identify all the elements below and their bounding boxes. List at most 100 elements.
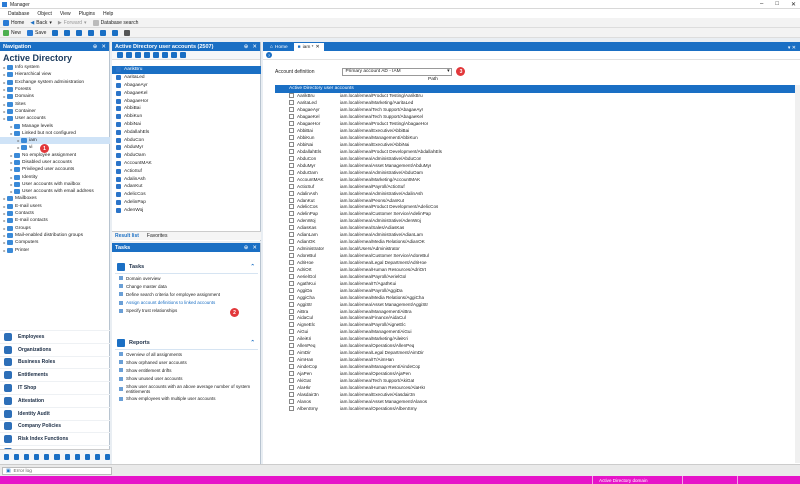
- table-row[interactable]: AdriHoe iam.local/emea/Legal Department/A…: [275, 259, 800, 266]
- row-checkbox[interactable]: [289, 211, 294, 217]
- category-item[interactable]: Entitlements: [0, 368, 110, 381]
- pin-icon[interactable]: ⊕: [93, 44, 98, 50]
- row-checkbox[interactable]: [289, 322, 294, 328]
- table-row[interactable]: Alasdair3n iam.local/emea/Executive/Alasd…: [275, 391, 800, 398]
- row-checkbox[interactable]: [289, 294, 294, 300]
- pin-icon[interactable]: ⊕: [244, 245, 249, 251]
- table-row[interactable]: AimHan iam.local/emea/IT/AimHan: [275, 356, 800, 363]
- list-item[interactable]: AarikBru: [112, 66, 261, 74]
- menu-object[interactable]: Object: [37, 11, 51, 17]
- row-checkbox[interactable]: [289, 377, 294, 383]
- refresh-icon[interactable]: [153, 52, 159, 58]
- tree-node[interactable]: ▸ Manage levels: [0, 122, 110, 129]
- tree-node[interactable]: ▸ Disabled user accounts: [0, 159, 110, 166]
- tab-favorites[interactable]: Favorites: [147, 233, 168, 239]
- table-row[interactable]: AileiKri iam.local/emea/Marketing/AileiKr…: [275, 335, 800, 342]
- table-row[interactable]: AlaHkr iam.local/emea/Human Resources/Ala…: [275, 384, 800, 391]
- table-row[interactable]: AbagaeAyr iam.local/emea/Tech Support/Aba…: [275, 106, 800, 113]
- category-item[interactable]: Organizations: [0, 342, 110, 356]
- row-checkbox[interactable]: [289, 100, 294, 106]
- maximize-icon[interactable]: □: [775, 1, 779, 8]
- table-row[interactable]: AggiDa iam.local/emea/Payroll/AggiDa: [275, 287, 800, 294]
- row-checkbox[interactable]: [289, 135, 294, 141]
- row-checkbox[interactable]: [289, 107, 294, 113]
- undo-icon[interactable]: [64, 29, 71, 36]
- footer-icon[interactable]: [94, 454, 100, 460]
- task-link[interactable]: Show orphaned user accounts: [115, 358, 258, 366]
- table-row[interactable]: AbdallahEls iam.local/emea/Product Develo…: [275, 148, 800, 155]
- search-icon[interactable]: [162, 52, 168, 58]
- row-checkbox[interactable]: [289, 266, 294, 272]
- table-row[interactable]: AdanKut iam.local/emea/Peons/AdanKut: [275, 197, 800, 204]
- row-checkbox[interactable]: [289, 259, 294, 265]
- footer-icon[interactable]: [4, 454, 10, 460]
- footer-icon[interactable]: [44, 454, 50, 460]
- list-item[interactable]: ActioSuf: [112, 167, 261, 175]
- delete-icon[interactable]: [52, 29, 59, 36]
- list-item[interactable]: AbagaeHor: [112, 97, 261, 105]
- tree-node[interactable]: ▸ Mail-enabled distribution groups: [0, 232, 110, 239]
- table-row[interactable]: AidaCul iam.local/emea/Finance/AidaCul: [275, 315, 800, 322]
- list-item[interactable]: AdanKut: [112, 183, 261, 191]
- pane-close-icon[interactable]: ✕: [252, 245, 257, 251]
- row-checkbox[interactable]: [289, 246, 294, 252]
- list-item[interactable]: AdelicCos: [112, 191, 261, 199]
- row-checkbox[interactable]: [289, 287, 294, 293]
- refresh-icon[interactable]: [76, 29, 83, 36]
- table-row[interactable]: AdianOK iam.local/emea/Media Relations/Ad…: [275, 238, 800, 245]
- footer-icon[interactable]: [14, 454, 20, 460]
- tab-home[interactable]: ⌂ Home: [266, 43, 292, 51]
- category-item[interactable]: Employees: [0, 330, 110, 343]
- tree-node[interactable]: ▸ Sites: [0, 100, 110, 107]
- table-row[interactable]: AgathKui iam.local/emea/IT/AgathKui: [275, 280, 800, 287]
- table-row[interactable]: AjaPen iam.local/emea/Operations/AjaPen: [275, 370, 800, 377]
- copy-icon[interactable]: [88, 29, 95, 36]
- menu-plugins[interactable]: Plugins: [79, 11, 95, 17]
- forward-button[interactable]: ▶ Forward ▾: [58, 20, 87, 26]
- category-item[interactable]: Business Roles: [0, 355, 110, 369]
- table-row[interactable]: AiBra iam.local/emea/Management/AiBra: [275, 308, 800, 315]
- row-checkbox[interactable]: [289, 155, 294, 161]
- table-row[interactable]: AggiStr iam.local/emea/Asset Management/A…: [275, 301, 800, 308]
- row-checkbox[interactable]: [289, 384, 294, 390]
- task-link[interactable]: Overview of all assignments: [115, 350, 258, 358]
- row-checkbox[interactable]: [289, 197, 294, 203]
- row-checkbox[interactable]: [289, 121, 294, 127]
- row-checkbox[interactable]: [289, 190, 294, 196]
- tab-close-icon[interactable]: ✕: [316, 45, 320, 50]
- tree-node[interactable]: ▸ User accounts: [0, 115, 110, 122]
- table-row[interactable]: Administrator iam.local/Users/Administrat…: [275, 245, 800, 252]
- tree-node[interactable]: ▸ Container: [0, 108, 110, 115]
- list-tool-icon[interactable]: [144, 52, 150, 58]
- list-item[interactable]: AbduOam: [112, 152, 261, 160]
- filter-icon[interactable]: [171, 52, 177, 58]
- tree-node[interactable]: ▸ vi: [0, 144, 110, 151]
- tree-node[interactable]: ▸ User accounts with mailbox: [0, 181, 110, 188]
- row-checkbox[interactable]: [289, 225, 294, 231]
- category-item[interactable]: Company Policies: [0, 419, 110, 433]
- list-item[interactable]: AccountMAK: [112, 160, 261, 168]
- path-column-header[interactable]: Path: [428, 77, 438, 82]
- table-row[interactable]: Alanos iam.local/emea/Asset Management/Al…: [275, 398, 800, 405]
- new-button[interactable]: New: [3, 29, 21, 36]
- table-row[interactable]: AimDir iam.local/emea/Legal Department/Ai…: [275, 349, 800, 356]
- list-tool-icon[interactable]: [135, 52, 141, 58]
- table-row[interactable]: AbduOam iam.local/emea/Administrative/Abd…: [275, 169, 800, 176]
- table-row[interactable]: AdriOrt iam.local/emea/Human Resources/Ad…: [275, 266, 800, 273]
- footer-icon[interactable]: [84, 454, 90, 460]
- grid-icon[interactable]: [180, 52, 186, 58]
- task-link[interactable]: Assign account definitions to linked acc…: [115, 299, 258, 307]
- minimize-icon[interactable]: –: [760, 1, 763, 8]
- pin-icon[interactable]: ⊕: [244, 44, 249, 50]
- task-link[interactable]: Domain overview: [115, 274, 258, 282]
- table-row[interactable]: AbbiNai iam.local/emea/Executive/AbbiNai: [275, 141, 800, 148]
- row-checkbox[interactable]: [289, 391, 294, 397]
- row-checkbox[interactable]: [289, 315, 294, 321]
- tree-node[interactable]: ▸ Linked but not configured: [0, 130, 110, 137]
- pane-close-icon[interactable]: ✕: [252, 44, 257, 50]
- table-row[interactable]: AllenPeq iam.local/emea/Operations/AllenP…: [275, 342, 800, 349]
- reports-section-header[interactable]: Reports ⌃: [115, 336, 258, 350]
- account-definition-select[interactable]: Primary account AD - IAM ▾: [342, 67, 453, 76]
- task-link[interactable]: Change master data: [115, 282, 258, 290]
- footer-icon[interactable]: [24, 454, 30, 460]
